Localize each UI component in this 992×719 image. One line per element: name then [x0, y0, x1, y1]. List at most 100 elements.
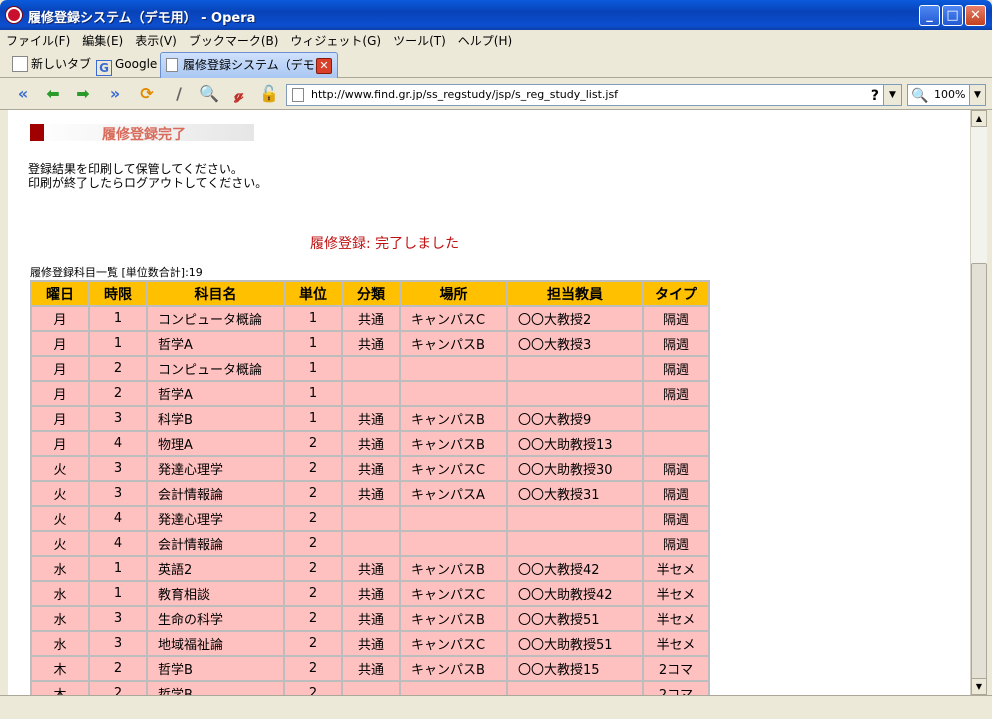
menu-edit[interactable]: 編集(E) [76, 30, 129, 51]
heading-marker [30, 124, 44, 141]
new-tab-button[interactable]: 新しいタブ [12, 54, 91, 74]
cell-subject: 哲学B [148, 657, 283, 680]
cell-subject: コンピュータ概論 [148, 357, 283, 380]
forward-icon[interactable]: ➡ [72, 83, 94, 105]
table-row: 月 3 科学B 1 共通 キャンパスB 〇〇大教授9 [32, 407, 708, 430]
maximize-button[interactable]: □ [942, 5, 963, 26]
page-icon [166, 58, 178, 72]
header-location: 場所 [401, 282, 506, 305]
table-row: 月 1 哲学A 1 共通 キャンパスB 〇〇大教授3 隔週 [32, 332, 708, 355]
rewind-icon[interactable]: « [12, 83, 34, 105]
cell-location [401, 682, 506, 695]
cell-day: 火 [32, 507, 88, 530]
cell-period: 3 [90, 457, 146, 480]
cell-period: 4 [90, 507, 146, 530]
cell-period: 3 [90, 607, 146, 630]
cell-type: 隔週 [644, 332, 708, 355]
cell-category [343, 382, 399, 405]
page-icon [292, 88, 304, 102]
google-bookmark-button[interactable]: G Google [96, 54, 158, 76]
zoom-value: 100% [934, 88, 966, 101]
status-bar [0, 695, 992, 719]
cell-location [401, 382, 506, 405]
tab-bar: 新しいタブ GGoogle 🗑 ▾ [0, 50, 992, 121]
cell-credits: 2 [285, 632, 341, 655]
scroll-up-icon[interactable]: ▲ [971, 110, 987, 127]
table-row: 火 4 発達心理学 2 隔週 [32, 507, 708, 530]
fast-forward-icon[interactable]: » [104, 83, 126, 105]
cell-category: 共通 [343, 632, 399, 655]
cell-credits: 1 [285, 407, 341, 430]
new-tab-label: 新しいタブ [31, 57, 92, 71]
reload-icon[interactable]: ⟳ [136, 83, 158, 105]
cell-category: 共通 [343, 582, 399, 605]
cell-location [401, 532, 506, 555]
cell-instructor: 〇〇大教授9 [508, 407, 642, 430]
menu-help[interactable]: ヘルプ(H) [452, 30, 518, 51]
cell-subject: 地域福祉論 [148, 632, 283, 655]
cell-credits: 2 [285, 657, 341, 680]
cell-type: 隔週 [644, 457, 708, 480]
back-icon[interactable]: ⬅ [42, 83, 64, 105]
edit-icon[interactable]: / [168, 83, 190, 105]
header-type: タイプ [644, 282, 708, 305]
menu-view[interactable]: 表示(V) [129, 30, 183, 51]
cell-period: 1 [90, 307, 146, 330]
cell-period: 4 [90, 532, 146, 555]
cell-day: 火 [32, 457, 88, 480]
cell-day: 月 [32, 332, 88, 355]
scrollbar-thumb[interactable] [971, 263, 987, 683]
help-icon[interactable]: ? [871, 86, 879, 105]
table-row: 月 2 コンピュータ概論 1 隔週 [32, 357, 708, 380]
cell-type [644, 407, 708, 430]
tab-active[interactable]: 履修登録システム（デモ... ✕ [160, 52, 338, 78]
vertical-scrollbar[interactable]: ▲ ▼ [970, 110, 987, 695]
cell-location: キャンパスB [401, 332, 506, 355]
address-bar[interactable]: http://www.find.gr.jp/ss_regstudy/jsp/s_… [286, 84, 902, 106]
chevron-down-icon[interactable]: ▼ [883, 85, 901, 105]
cell-day: 月 [32, 382, 88, 405]
zoom-control[interactable]: 🔍 100% ▼ [907, 84, 986, 106]
table-row: 火 3 発達心理学 2 共通 キャンパスC 〇〇大助教授30 隔週 [32, 457, 708, 480]
minimize-button[interactable]: _ [919, 5, 940, 26]
cell-subject: 科学B [148, 407, 283, 430]
cell-location [401, 357, 506, 380]
scroll-down-icon[interactable]: ▼ [971, 678, 987, 695]
close-button[interactable]: ✕ [965, 5, 986, 26]
cell-instructor [508, 532, 642, 555]
cell-subject: 物理A [148, 432, 283, 455]
cell-day: 水 [32, 632, 88, 655]
cell-location: キャンパスA [401, 482, 506, 505]
chevron-down-icon[interactable]: ▼ [969, 85, 985, 105]
search-icon[interactable]: 🔍 [198, 83, 220, 105]
cell-subject: 会計情報論 [148, 482, 283, 505]
menu-tools[interactable]: ツール(T) [387, 30, 452, 51]
cell-period: 2 [90, 382, 146, 405]
cell-subject: 哲学B [148, 682, 283, 695]
cell-category [343, 532, 399, 555]
menu-bookmarks[interactable]: ブックマーク(B) [183, 30, 285, 51]
wand-icon[interactable]: 𝓰 [228, 83, 250, 105]
cell-instructor: 〇〇大助教授51 [508, 632, 642, 655]
cell-type: 隔週 [644, 507, 708, 530]
table-row: 木 2 哲学B 2 共通 キャンパスB 〇〇大教授15 2コマ [32, 657, 708, 680]
cell-instructor: 〇〇大助教授13 [508, 432, 642, 455]
cell-type: 隔週 [644, 357, 708, 380]
cell-type: 半セメ [644, 632, 708, 655]
active-tab-title: 履修登録システム（デモ... [183, 58, 327, 72]
cell-location: キャンパスB [401, 432, 506, 455]
cell-period: 3 [90, 407, 146, 430]
google-label: Google [115, 57, 158, 71]
cell-location: キャンパスC [401, 307, 506, 330]
header-credits: 単位 [285, 282, 341, 305]
cell-category [343, 507, 399, 530]
menu-widgets[interactable]: ウィジェット(G) [284, 30, 387, 51]
cell-category [343, 357, 399, 380]
menu-file[interactable]: ファイル(F) [0, 30, 76, 51]
cell-day: 火 [32, 482, 88, 505]
cell-location [401, 507, 506, 530]
cell-location: キャンパスB [401, 407, 506, 430]
cell-category: 共通 [343, 407, 399, 430]
cell-credits: 2 [285, 557, 341, 580]
close-tab-icon[interactable]: ✕ [316, 58, 332, 74]
